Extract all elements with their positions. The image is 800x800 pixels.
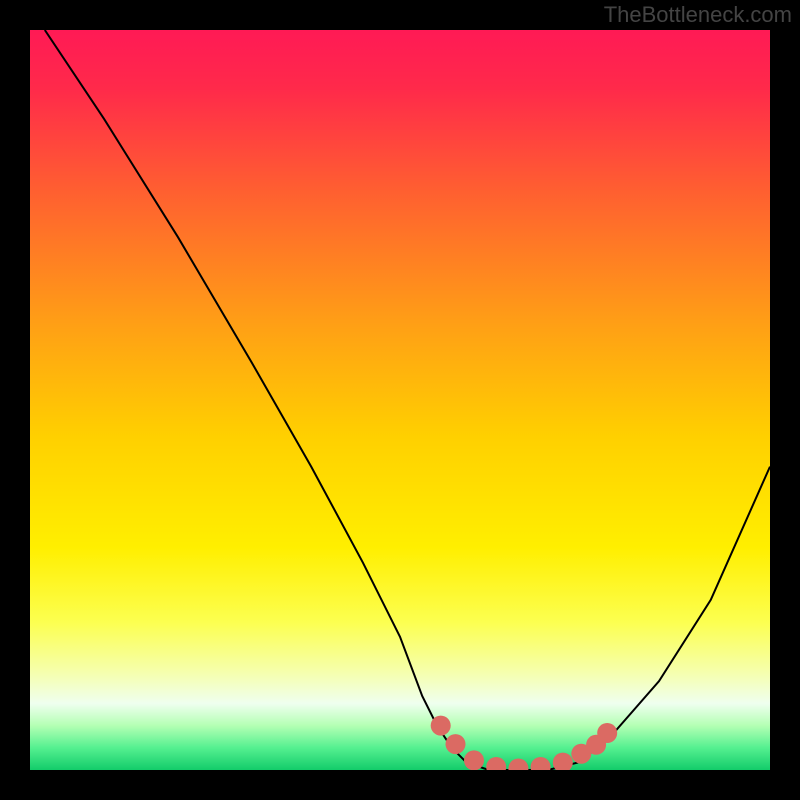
watermark-text: TheBottleneck.com [604, 2, 792, 28]
marker-dot [597, 723, 617, 743]
marker-dot [446, 734, 466, 754]
chart-container: TheBottleneck.com [0, 0, 800, 800]
gradient-background [30, 30, 770, 770]
plot-area [30, 30, 770, 770]
marker-dot [431, 716, 451, 736]
chart-svg [30, 30, 770, 770]
marker-dot [464, 750, 484, 770]
